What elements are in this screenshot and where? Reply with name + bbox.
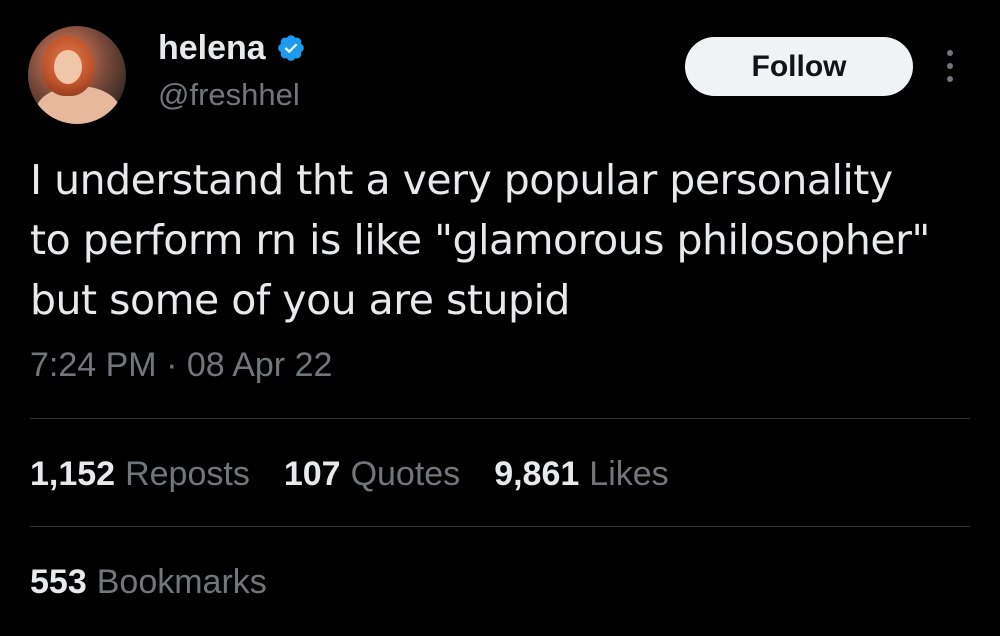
reposts-stat[interactable]: 1,152 Reposts xyxy=(30,452,250,496)
reposts-label: Reposts xyxy=(125,455,250,493)
tweet-text-line: I understand tht a very popular personal… xyxy=(30,156,893,204)
quotes-count: 107 xyxy=(283,455,341,493)
tweet-timestamp[interactable]: 7:24 PM · 08 Apr 22 xyxy=(30,344,332,386)
author-display-name[interactable]: helena xyxy=(158,28,266,68)
verified-badge-icon[interactable] xyxy=(276,33,306,63)
follow-button[interactable]: Follow xyxy=(685,37,913,96)
quotes-stat[interactable]: 107 Quotes xyxy=(284,452,460,496)
avatar[interactable] xyxy=(28,26,126,124)
divider xyxy=(30,526,970,527)
more-dot xyxy=(947,50,953,56)
likes-stat[interactable]: 9,861 Likes xyxy=(494,452,668,496)
divider xyxy=(30,418,970,419)
tweet-text: I understand tht a very popular personal… xyxy=(30,150,980,330)
avatar-face xyxy=(54,50,82,84)
more-vertical-icon[interactable] xyxy=(932,46,968,86)
more-dot xyxy=(947,76,953,82)
tweet-text-line: to perform rn is like "glamorous philoso… xyxy=(30,216,930,264)
bookmarks-label: Bookmarks xyxy=(96,563,267,601)
tweet-text-line: but some of you are stupid xyxy=(30,276,570,324)
bookmarks-count: 553 xyxy=(30,563,87,601)
reposts-count: 1,152 xyxy=(30,455,116,493)
bookmarks-stat[interactable]: 553 Bookmarks xyxy=(30,560,267,604)
likes-label: Likes xyxy=(589,455,669,493)
more-dot xyxy=(947,63,953,69)
tweet-card: helena @freshhel Follow I understand tht… xyxy=(0,0,1000,636)
engagement-stats: 1,152 Reposts 107 Quotes 9,861 Likes xyxy=(30,452,669,496)
author-handle[interactable]: @freshhel xyxy=(158,76,300,114)
author-name-row: helena xyxy=(158,28,306,68)
quotes-label: Quotes xyxy=(350,455,461,493)
likes-count: 9,861 xyxy=(494,455,580,493)
